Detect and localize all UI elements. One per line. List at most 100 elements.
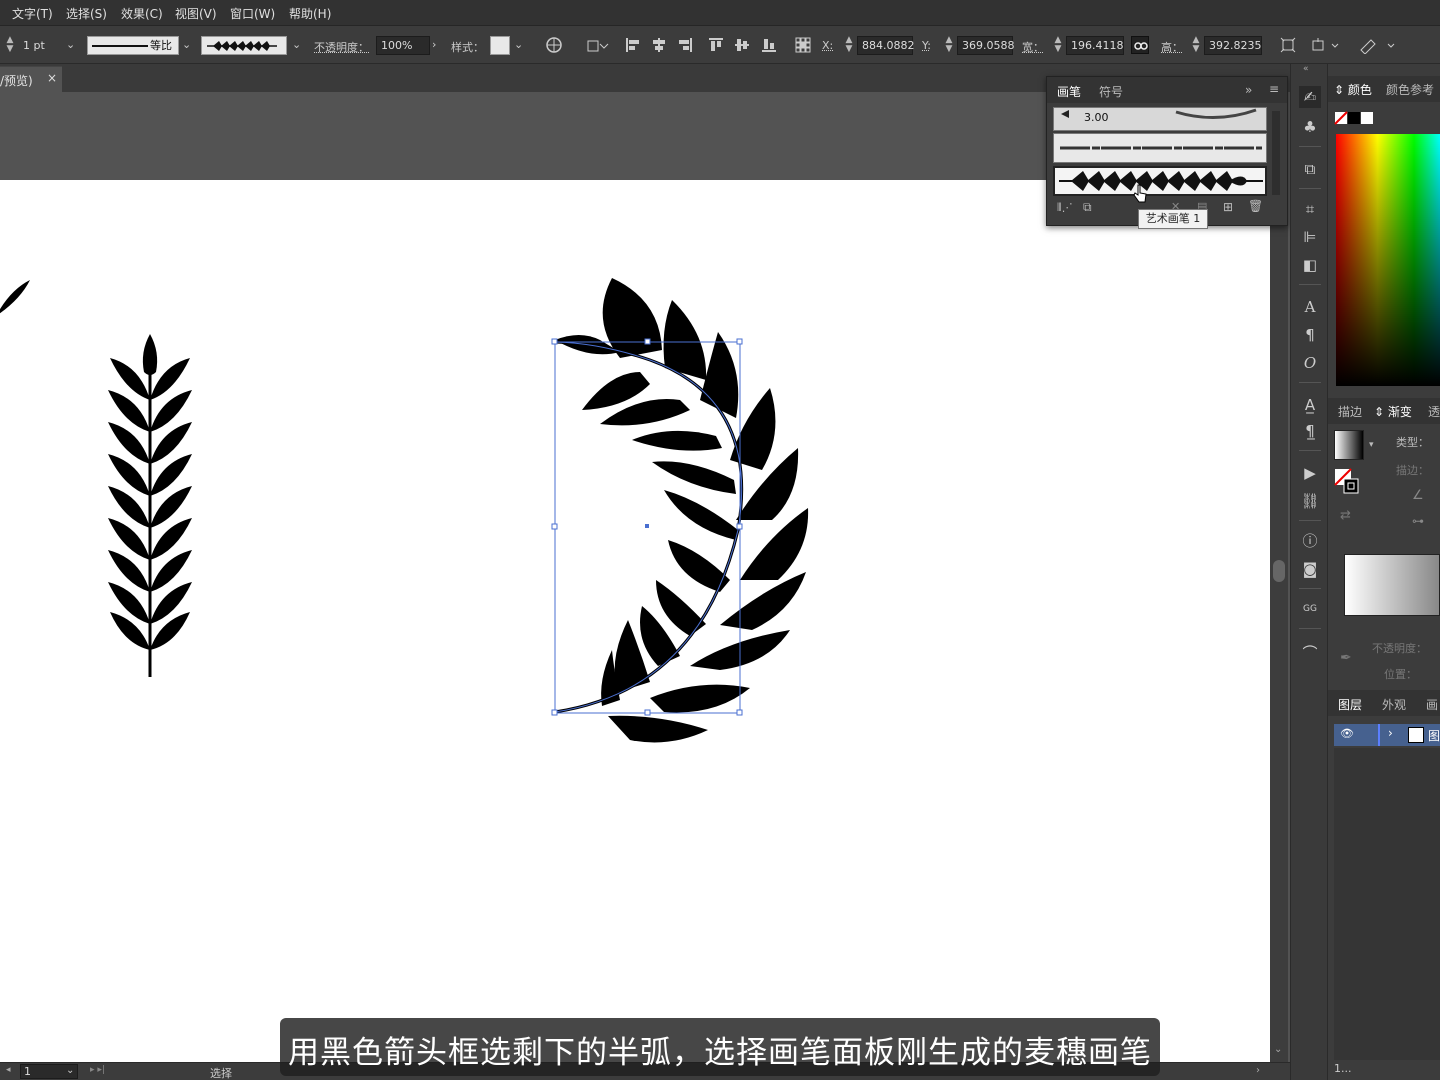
pathfinder-icon[interactable]: ◧ [1299, 254, 1321, 276]
layer-name[interactable]: 图 [1428, 727, 1440, 744]
color-spectrum[interactable] [1336, 134, 1440, 386]
stroke-weight-stepper[interactable]: ▲ ▼ [5, 36, 15, 54]
gradient-dropdown-icon[interactable]: ▾ [1369, 440, 1374, 450]
panel-menu-icon[interactable]: ≡ [1269, 82, 1279, 96]
visibility-eye-icon[interactable]: 👁 [1340, 727, 1354, 740]
fill-stroke-swatches-icon[interactable] [1334, 111, 1374, 125]
gradient-aspect-icon[interactable]: ⊶ [1412, 514, 1424, 528]
constrain-proportions-link-icon[interactable] [1131, 36, 1149, 54]
brush-row-calligraphic[interactable]: 3.00 [1053, 107, 1267, 131]
tab-appearance[interactable]: 外观 [1382, 696, 1406, 713]
tab-transparency[interactable]: 透 [1428, 403, 1440, 420]
align-right-icon[interactable] [676, 36, 694, 54]
gg-plugin-icon[interactable]: GG [1299, 598, 1321, 620]
reference-point-icon[interactable] [794, 36, 812, 54]
menu-help[interactable]: 帮助(H) [289, 5, 331, 22]
paragraph-styles-icon[interactable]: ¶̲ [1299, 420, 1321, 442]
menu-view[interactable]: 视图(V) [175, 5, 217, 22]
new-brush-icon[interactable]: ⊞ [1223, 200, 1233, 214]
gradient-angle-icon[interactable]: ∠ [1412, 488, 1424, 503]
gradient-preview-swatch[interactable] [1334, 430, 1364, 460]
brush-library-open-icon[interactable]: ⧉ [1083, 200, 1092, 215]
stroke-weight-input[interactable]: 1 pt [18, 36, 64, 55]
menu-select[interactable]: 选择(S) [66, 5, 107, 22]
transform-reference-icon[interactable] [586, 36, 609, 54]
artboard[interactable] [0, 180, 1270, 1062]
asset-export-icon[interactable]: ⧉ [1299, 158, 1321, 180]
tab-artboards[interactable]: 画 [1426, 696, 1438, 713]
x-stepper[interactable]: ▲ ▼ [844, 36, 854, 54]
opacity-expand-icon[interactable]: › [432, 38, 436, 51]
height-stepper[interactable]: ▲ ▼ [1191, 36, 1201, 54]
align-horizontal-center-icon[interactable] [650, 36, 668, 54]
document-info-icon[interactable]: ⓘ [1299, 530, 1321, 552]
laurel-arc[interactable] [554, 278, 809, 743]
tab-layers[interactable]: 图层 [1338, 696, 1362, 713]
width-stepper[interactable]: ▲ ▼ [1053, 36, 1063, 54]
tab-gradient[interactable]: ⇕ 渐变 [1374, 403, 1412, 420]
brush-row-charcoal[interactable] [1053, 133, 1267, 163]
scroll-thumb[interactable] [1273, 560, 1285, 582]
collapse-panel-icon[interactable]: » [1245, 83, 1252, 97]
brush-definition[interactable] [201, 36, 287, 55]
brushes-panel-icon[interactable]: ✍ [1299, 86, 1321, 108]
tab-stroke[interactable]: 描边 [1338, 403, 1362, 420]
menu-type[interactable]: 文字(T) [12, 5, 53, 22]
brush-list-scrollbar[interactable] [1272, 111, 1280, 195]
align-top-icon[interactable] [707, 36, 725, 54]
recolor-artwork-icon[interactable] [545, 36, 563, 54]
brush-libraries-icon[interactable]: ⫴⋰ [1057, 201, 1073, 215]
close-tab-icon[interactable]: × [47, 71, 57, 85]
scroll-down-icon[interactable]: ⌄ [1274, 1044, 1282, 1055]
width-input[interactable]: 196.4118 [1066, 36, 1124, 55]
tab-brushes[interactable]: 画笔 [1057, 83, 1081, 100]
gradient-fill-stroke-icon[interactable] [1334, 468, 1360, 496]
style-dropdown-icon[interactable]: ⌄ [514, 38, 523, 51]
tab-symbols[interactable]: 符号 [1099, 83, 1123, 100]
opentype-panel-icon[interactable]: O [1299, 352, 1321, 374]
symbols-panel-icon[interactable]: ♣ [1299, 116, 1321, 138]
align-bottom-icon[interactable] [760, 36, 778, 54]
graphic-style-swatch[interactable] [490, 36, 510, 55]
wheat-sprig[interactable] [108, 334, 192, 677]
delete-brush-icon[interactable]: 🗑 [1248, 199, 1263, 213]
gradient-reverse-icon[interactable]: ⇄ [1340, 508, 1351, 523]
scroll-right-icon[interactable]: › [1256, 1065, 1260, 1076]
transform-icon[interactable] [1279, 36, 1297, 54]
nav-next-icon[interactable]: ▸ ▸| [90, 1065, 105, 1075]
character-styles-icon[interactable]: A̲ [1299, 394, 1321, 416]
y-input[interactable]: 369.0588 [957, 36, 1015, 55]
brush-row-art-brush-1[interactable] [1053, 166, 1267, 196]
align-left-icon[interactable] [624, 36, 642, 54]
actions-play-icon[interactable]: ▶ [1299, 462, 1321, 484]
isolate-icon[interactable] [1310, 36, 1340, 54]
partial-leaf[interactable] [0, 280, 30, 316]
document-tab[interactable]: /预览) × [0, 66, 62, 92]
tab-color-guide[interactable]: 颜色参考 [1386, 81, 1434, 98]
panel-options-icon[interactable] [1358, 36, 1398, 55]
nav-first-icon[interactable]: ◂ [6, 1065, 11, 1075]
gradient-slider-preview[interactable] [1344, 554, 1440, 616]
layer-row[interactable]: 👁 › 图 [1334, 724, 1440, 746]
transform-panel-icon[interactable]: ⌗ [1299, 198, 1321, 220]
links-panel-icon[interactable]: ⛓ [1299, 490, 1321, 512]
menu-window[interactable]: 窗口(W) [230, 5, 275, 22]
y-stepper[interactable]: ▲ ▼ [944, 36, 954, 54]
vertical-scrollbar[interactable]: ⌄ [1270, 92, 1288, 1062]
paragraph-panel-icon[interactable]: ¶ [1299, 324, 1321, 346]
eyedropper-icon[interactable]: ✒ [1340, 650, 1352, 666]
character-panel-icon[interactable]: A [1299, 296, 1321, 318]
menu-effect[interactable]: 效果(C) [121, 5, 163, 22]
align-vertical-center-icon[interactable] [733, 36, 751, 54]
artboard-dropdown-icon[interactable]: ⌄ [66, 1065, 74, 1076]
collapse-strip-icon[interactable]: « [1303, 64, 1309, 74]
align-panel-icon[interactable]: ⊫ [1299, 226, 1321, 248]
variable-width-profile[interactable]: 等比 [87, 36, 179, 55]
image-trace-icon[interactable]: ◙ [1299, 558, 1321, 580]
opacity-input[interactable]: 100% [376, 36, 430, 55]
profile-dropdown-icon[interactable]: ⌄ [182, 38, 191, 51]
stroke-weight-dropdown-icon[interactable]: ⌄ [66, 38, 75, 51]
x-input[interactable]: 884.0882 [857, 36, 915, 55]
artwork[interactable] [0, 180, 1270, 1062]
tab-color[interactable]: ⇕ 颜色 [1334, 81, 1372, 98]
